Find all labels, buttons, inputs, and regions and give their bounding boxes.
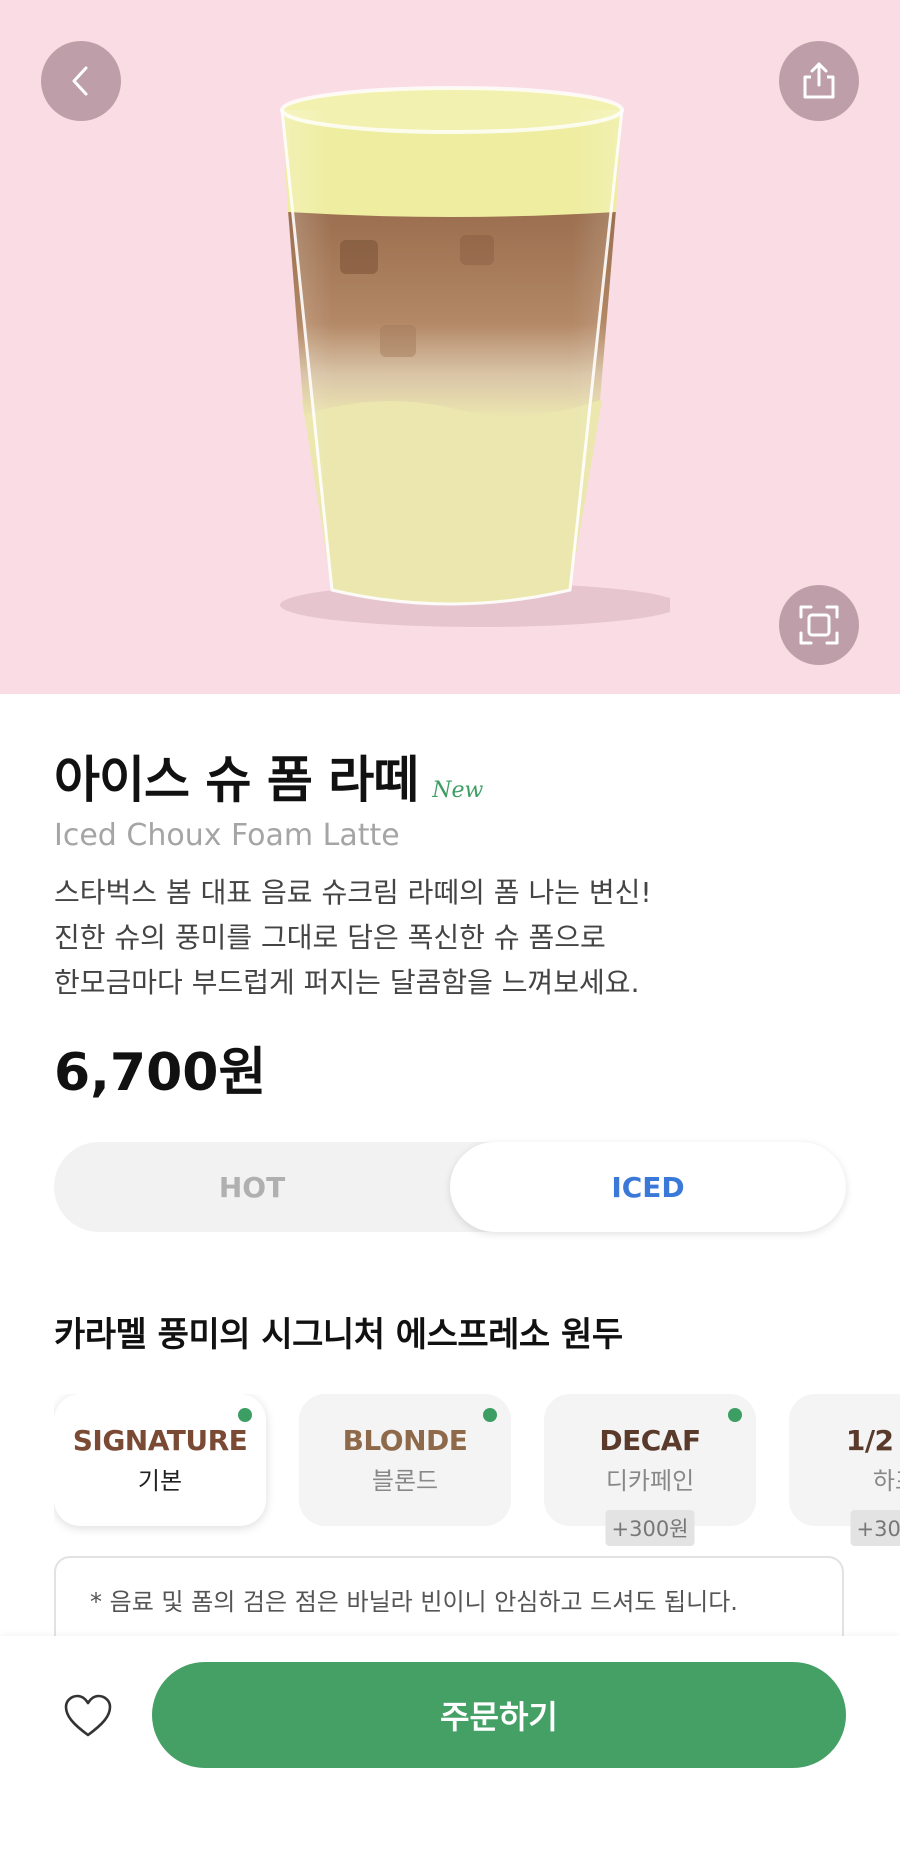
available-dot bbox=[483, 1408, 497, 1422]
surcharge-badge: +300원 bbox=[850, 1510, 900, 1546]
temperature-toggle: HOT ICED bbox=[54, 1142, 846, 1232]
product-english-name: Iced Choux Foam Latte bbox=[54, 818, 400, 853]
back-button[interactable] bbox=[41, 41, 121, 121]
order-button[interactable]: 주문하기 bbox=[152, 1662, 846, 1768]
bean-section-heading: 카라멜 풍미의 시그니처 에스프레소 원두 bbox=[54, 1315, 623, 1355]
bean-option-signature[interactable]: SIGNATURE 기본 bbox=[54, 1394, 266, 1526]
product-price: 6,700원 bbox=[54, 1043, 267, 1103]
expand-icon bbox=[799, 605, 839, 645]
share-icon bbox=[803, 62, 835, 99]
bean-option-sub: 디카페인 bbox=[605, 1467, 695, 1495]
temperature-option-iced[interactable]: ICED bbox=[450, 1142, 846, 1232]
bean-option-sub: 하프 bbox=[872, 1467, 900, 1495]
bean-option-name: SIGNATURE bbox=[72, 1424, 248, 1457]
bean-option-list: SIGNATURE 기본 BLONDE 블론드 DECAF 디카페인 +300원… bbox=[54, 1394, 900, 1554]
new-badge: New bbox=[432, 778, 484, 803]
share-button[interactable] bbox=[779, 41, 859, 121]
bean-option-name: 1/2 DE bbox=[845, 1424, 900, 1457]
product-description: 스타벅스 봄 대표 음료 슈크림 라떼의 폼 나는 변신! 진한 슈의 풍미를 … bbox=[54, 876, 652, 999]
available-dot bbox=[728, 1408, 742, 1422]
chevron-left-icon bbox=[72, 66, 88, 96]
temperature-option-hot[interactable]: HOT bbox=[54, 1142, 450, 1232]
bean-option-name: DECAF bbox=[599, 1424, 701, 1457]
product-image bbox=[280, 86, 670, 627]
bean-option-sub: 블론드 bbox=[371, 1467, 439, 1495]
bean-option-sub: 기본 bbox=[137, 1467, 183, 1495]
bean-option-decaf[interactable]: DECAF 디카페인 +300원 bbox=[544, 1394, 756, 1546]
zoom-button[interactable] bbox=[779, 585, 859, 665]
bean-option-blonde[interactable]: BLONDE 블론드 bbox=[299, 1394, 511, 1526]
surcharge-badge: +300원 bbox=[605, 1510, 695, 1546]
product-title: 아이스 슈 폼 라떼 bbox=[54, 751, 419, 809]
available-dot bbox=[238, 1408, 252, 1422]
bean-option-half-decaf[interactable]: 1/2 DE 하프 +300원 bbox=[789, 1394, 900, 1546]
heart-icon bbox=[64, 1694, 112, 1737]
favorite-button[interactable] bbox=[60, 1688, 116, 1744]
product-hero bbox=[0, 0, 900, 694]
bottom-action-bar: 주문하기 bbox=[0, 1636, 900, 1850]
title-row: 아이스 슈 폼 라떼 New bbox=[54, 740, 483, 812]
bean-option-name: BLONDE bbox=[342, 1424, 468, 1457]
